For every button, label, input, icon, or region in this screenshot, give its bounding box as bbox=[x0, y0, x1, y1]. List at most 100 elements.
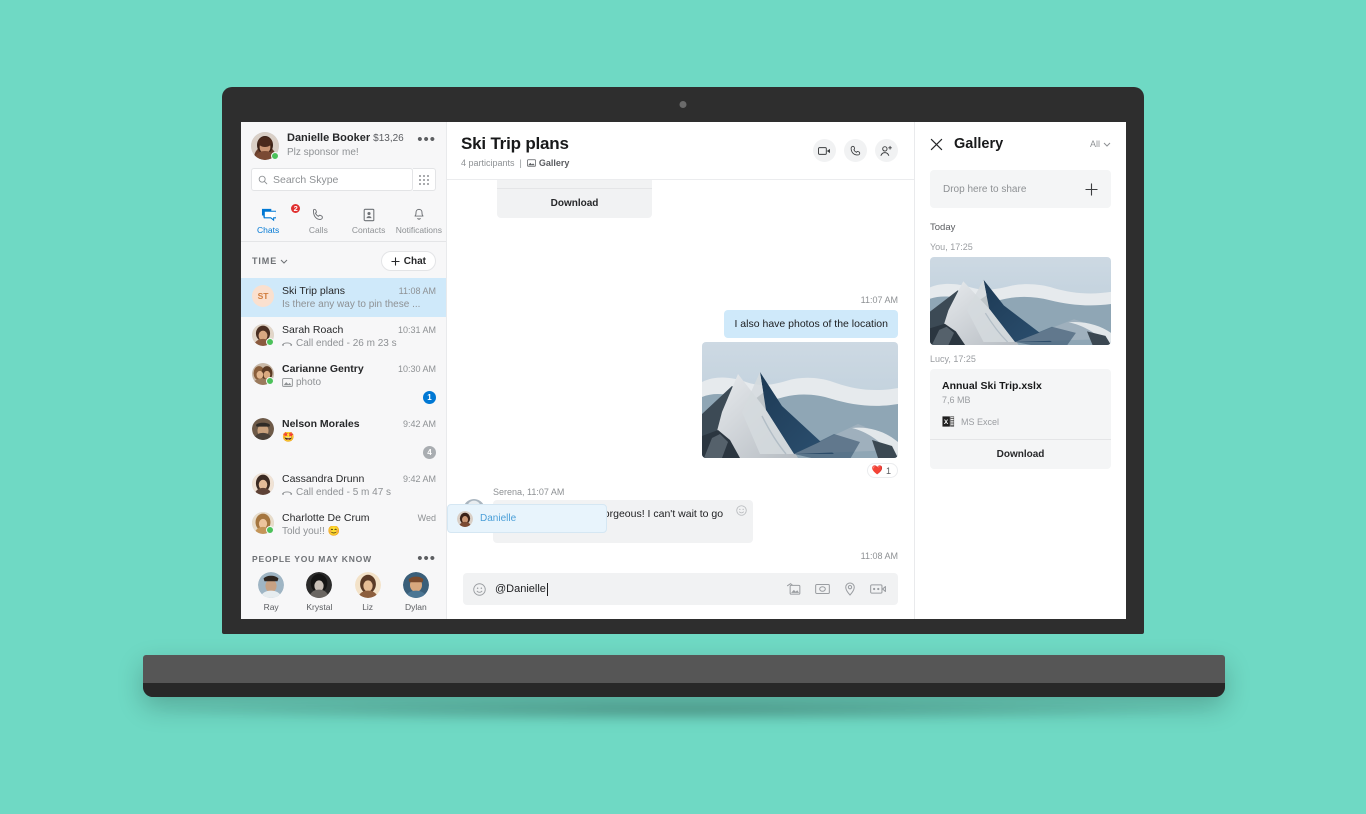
chat-item-body: Nelson Morales 9:42 AM 🤩 4 bbox=[282, 418, 436, 459]
unread-badge: 4 bbox=[423, 446, 436, 459]
file-name: Annual Ski Trip.xslx bbox=[942, 380, 1042, 392]
tab-contacts-label: Contacts bbox=[351, 225, 386, 235]
send-image-icon[interactable] bbox=[786, 582, 801, 596]
composer-actions bbox=[786, 582, 886, 596]
chat-item-preview: Call ended - 5 m 47 s bbox=[296, 487, 392, 498]
person-name-line1: Ray bbox=[263, 602, 279, 612]
avatar bbox=[252, 324, 274, 346]
message-photo[interactable] bbox=[702, 342, 898, 459]
download-button[interactable]: Download bbox=[930, 440, 1111, 469]
search-row: Search Skype bbox=[241, 168, 446, 199]
person-avatar-image bbox=[354, 572, 381, 598]
chevron-down-icon bbox=[280, 259, 288, 264]
message-row-outgoing-photo bbox=[463, 342, 898, 459]
tab-chats[interactable]: 2 Chats bbox=[243, 202, 302, 241]
more-options-icon[interactable]: ••• bbox=[417, 132, 436, 147]
more-options-icon[interactable]: ••• bbox=[417, 551, 436, 566]
screenshot-stage: Danielle Booker $13,26 Plz sponsor me! ••… bbox=[0, 0, 1366, 814]
chat-item-body: Sarah Roach 10:31 AM Call ended - 26 m 2… bbox=[282, 324, 436, 349]
unread-badge-wrap: 1 bbox=[282, 391, 436, 404]
add-people-button[interactable] bbox=[875, 139, 898, 162]
emoji-icon[interactable] bbox=[473, 582, 486, 596]
snowy-mountain-ridge-photo bbox=[930, 257, 1111, 345]
meta-separator: | bbox=[519, 157, 522, 168]
message-composer[interactable]: @Danielle bbox=[463, 573, 898, 605]
video-message-icon[interactable] bbox=[870, 583, 886, 595]
chat-list-header: TIME Chat bbox=[241, 242, 446, 278]
gallery-day-label: Today bbox=[930, 222, 956, 233]
chat-list-item-sarah-roach[interactable]: Sarah Roach 10:31 AM Call ended - 26 m 2… bbox=[241, 317, 446, 356]
chat-list-item-charlotte-de-crum[interactable]: Charlotte De Crum Wed Told you!! 😊 bbox=[241, 505, 446, 544]
new-chat-button[interactable]: Chat bbox=[380, 251, 436, 271]
send-money-icon[interactable] bbox=[815, 583, 830, 595]
person-name-line1: Dylan bbox=[405, 602, 427, 612]
mention-suggestion-popup[interactable]: Danielle bbox=[447, 504, 607, 533]
avatar bbox=[402, 572, 429, 598]
conversation-subtitle: 4 participants | Gallery bbox=[461, 158, 569, 168]
person-suggestion-liz-mcgowan[interactable]: Liz McGowan 18 bbox=[344, 572, 392, 619]
audio-call-button[interactable] bbox=[844, 139, 867, 162]
person-avatar-image bbox=[258, 572, 285, 598]
chat-item-name: Ski Trip plans bbox=[282, 285, 346, 297]
chat-list-item-ski-trip-plans[interactable]: ST Ski Trip plans 11:08 AM Is there any … bbox=[241, 278, 446, 317]
chat-item-time: 9:42 AM bbox=[402, 474, 436, 484]
gallery-link[interactable]: Gallery bbox=[526, 157, 570, 168]
unread-badge-wrap: 4 bbox=[282, 446, 436, 459]
search-input[interactable]: Search Skype bbox=[251, 168, 413, 191]
chat-list-item-cassandra-drunn[interactable]: Cassandra Drunn 9:42 AM Call ended - 5 m… bbox=[241, 466, 446, 505]
add-reaction-icon[interactable] bbox=[736, 505, 747, 516]
file-type-label: MS Excel bbox=[961, 416, 1000, 427]
tab-notifications-label: Notifications bbox=[395, 225, 443, 235]
avatar bbox=[306, 572, 333, 598]
plus-icon bbox=[391, 256, 400, 266]
avatar bbox=[354, 572, 381, 598]
chat-list: ST Ski Trip plans 11:08 AM Is there any … bbox=[241, 278, 446, 619]
avatar bbox=[252, 512, 274, 534]
gallery-filter-label: All bbox=[1089, 139, 1100, 149]
reaction-badge[interactable]: ❤️ 1 bbox=[866, 463, 898, 479]
tab-calls[interactable]: Calls bbox=[293, 202, 343, 241]
presence-indicator-online bbox=[266, 338, 274, 346]
download-button[interactable]: Download bbox=[497, 189, 652, 218]
person-suggestion-krystal-mckinney[interactable]: Krystal McKinney 17 bbox=[295, 572, 343, 619]
drop-zone[interactable]: Drop here to share bbox=[930, 170, 1111, 208]
plus-icon[interactable] bbox=[1085, 182, 1098, 196]
message-bubble-outgoing[interactable]: I also have photos of the location bbox=[724, 310, 898, 339]
chat-item-body: Charlotte De Crum Wed Told you!! 😊 bbox=[282, 512, 436, 537]
tab-contacts[interactable]: Contacts bbox=[344, 202, 394, 241]
new-chat-label: Chat bbox=[403, 255, 426, 267]
close-icon[interactable] bbox=[930, 138, 943, 151]
gallery-photo-item[interactable] bbox=[930, 257, 1111, 345]
chat-item-top: Carianne Gentry 10:30 AM bbox=[282, 363, 436, 375]
avatar bbox=[252, 363, 274, 385]
video-camera-icon bbox=[818, 146, 830, 155]
gallery-filter-dropdown[interactable]: All bbox=[1090, 139, 1111, 149]
gallery-link-label: Gallery bbox=[538, 157, 570, 168]
person-suggestion-dylan-hardaway[interactable]: Dylan Hardaway 18 bbox=[392, 572, 440, 619]
chat-list-item-carianne-gentry[interactable]: Carianne Gentry 10:30 AM photo 1 bbox=[241, 356, 446, 411]
conversation-panel: Ski Trip plans 4 participants | Gallery bbox=[447, 122, 915, 619]
conversation-header: Ski Trip plans 4 participants | Gallery bbox=[447, 122, 914, 180]
chat-item-body: Carianne Gentry 10:30 AM photo 1 bbox=[282, 363, 436, 404]
person-suggestion-ray-tanaka[interactable]: Ray Tanaka 17 bbox=[247, 572, 295, 619]
chat-item-time: 11:08 AM bbox=[398, 286, 436, 296]
person-name-line2: McKinney bbox=[295, 617, 343, 619]
message-input-value: @Danielle bbox=[495, 583, 546, 595]
chat-list-item-nelson-morales[interactable]: Nelson Morales 9:42 AM 🤩 4 bbox=[241, 411, 446, 466]
file-type-row: X MS Excel bbox=[930, 405, 1111, 439]
search-icon bbox=[258, 175, 268, 184]
skype-app-window: Danielle Booker $13,26 Plz sponsor me! ••… bbox=[241, 122, 1126, 619]
people-suggestions: Ray Tanaka 17 bbox=[241, 570, 446, 619]
message-input[interactable]: @Danielle bbox=[495, 582, 777, 596]
tab-notifications[interactable]: Notifications bbox=[394, 202, 444, 241]
chat-item-preview: 🤩 bbox=[282, 432, 295, 443]
sort-control[interactable]: TIME bbox=[252, 256, 288, 266]
chat-item-preview: Call ended - 26 m 23 s bbox=[296, 338, 397, 349]
dialpad-icon[interactable] bbox=[413, 168, 436, 191]
share-location-icon[interactable] bbox=[844, 582, 856, 596]
avatar[interactable] bbox=[251, 132, 279, 160]
chat-item-top: Sarah Roach 10:31 AM bbox=[282, 324, 436, 336]
drop-zone-label: Drop here to share bbox=[943, 183, 1027, 195]
video-call-button[interactable] bbox=[813, 139, 836, 162]
profile-row[interactable]: Danielle Booker $13,26 Plz sponsor me! ••… bbox=[241, 122, 446, 168]
